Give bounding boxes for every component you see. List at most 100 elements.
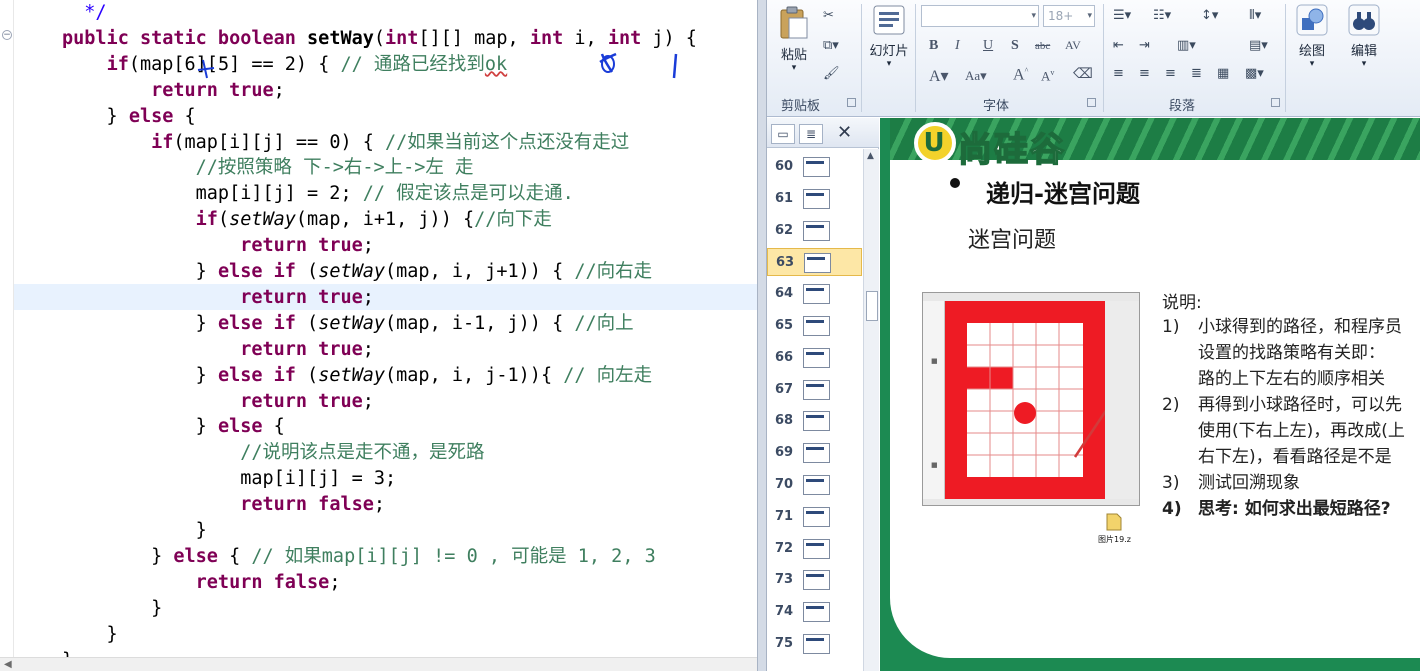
smartart-icon[interactable]: ▩▾ <box>1245 66 1264 81</box>
code-line[interactable]: return false; <box>62 492 385 518</box>
slide-canvas[interactable]: U 尚硅谷 递归-迷宫问题 迷宫问题 ■ ■ 说明: 1) 小球得到的路径，和程… <box>880 118 1420 671</box>
pen-mark-circle <box>601 55 615 73</box>
code-line[interactable]: return true; <box>62 78 285 104</box>
code-line[interactable]: map[i][j] = 2; // 假定该点是可以走通. <box>62 181 574 207</box>
new-slide-button[interactable]: 幻灯片 ▾ <box>867 4 911 69</box>
grow-font-icon[interactable]: A^ <box>1013 66 1028 84</box>
slide-thumbnail[interactable]: 67 <box>767 376 862 404</box>
scroll-left-icon[interactable]: ◀ <box>4 659 12 670</box>
code-line[interactable]: map[i][j] = 3; <box>62 466 396 492</box>
code-editor[interactable]: − */public static boolean setWay(int[][]… <box>0 0 757 671</box>
align-left-icon[interactable]: ≡ <box>1113 66 1124 81</box>
bullets-icon[interactable]: ☰▾ <box>1113 8 1131 23</box>
underline-button[interactable]: U <box>983 38 993 54</box>
code-line[interactable]: */ <box>62 0 106 26</box>
maze-image[interactable]: ■ ■ <box>922 292 1140 506</box>
outline-tab-icon[interactable]: ≣ <box>799 124 823 144</box>
line-spacing-icon[interactable]: ↕▾ <box>1201 8 1218 23</box>
clipboard-launcher-icon[interactable] <box>847 98 856 107</box>
slide-thumbnail[interactable]: 71 <box>767 503 862 531</box>
align-right-icon[interactable]: ≡ <box>1165 66 1176 81</box>
scroll-up-icon[interactable]: ▲ <box>867 151 874 161</box>
italic-button[interactable]: I <box>955 38 960 54</box>
code-line[interactable]: public static boolean setWay(int[][] map… <box>62 26 697 52</box>
char-spacing-button[interactable]: AV <box>1065 38 1081 53</box>
shadow-button[interactable]: S <box>1011 38 1019 54</box>
slide-thumbnail[interactable]: 62 <box>767 217 862 245</box>
code-line[interactable]: } else { <box>62 414 285 440</box>
numbering-icon[interactable]: ☷▾ <box>1153 8 1171 23</box>
cut-icon[interactable]: ✂ <box>823 8 834 23</box>
close-icon[interactable]: ✕ <box>837 122 852 143</box>
note-text: 小球得到的路径，和程序员 <box>1198 317 1402 337</box>
increase-indent-icon[interactable]: ⇥ <box>1139 38 1150 53</box>
code-line[interactable]: return true; <box>62 337 374 363</box>
strikethrough-button[interactable]: abc <box>1035 40 1050 52</box>
align-text-icon[interactable]: ▤▾ <box>1249 38 1268 53</box>
fold-icon[interactable]: − <box>2 30 12 40</box>
code-line[interactable]: if(map[i][j] == 0) { //如果当前这个点还没有走过 <box>62 130 629 156</box>
code-line[interactable]: } <box>62 596 162 622</box>
columns-icon[interactable]: ▥▾ <box>1177 38 1196 53</box>
scroll-thumb[interactable] <box>866 291 878 321</box>
slide-thumbnail[interactable]: 65 <box>767 312 862 340</box>
distribute-icon[interactable]: ▦ <box>1217 66 1229 81</box>
slide-thumbnail[interactable]: 70 <box>767 471 862 499</box>
slide-thumbnail[interactable]: 68 <box>767 407 862 435</box>
slide-thumbnail[interactable]: 66 <box>767 344 862 372</box>
file-icon[interactable] <box>1104 512 1124 532</box>
drawing-button[interactable]: 绘图 ▾ <box>1291 4 1333 69</box>
code-line[interactable]: } <box>62 518 207 544</box>
align-center-icon[interactable]: ≡ <box>1139 66 1150 81</box>
code-line[interactable]: return true; <box>62 389 374 415</box>
text-direction-icon[interactable]: ⦀▾ <box>1249 8 1261 23</box>
code-line[interactable]: } else { // 如果map[i][j] != 0 , 可能是 1, 2,… <box>62 544 656 570</box>
font-launcher-icon[interactable] <box>1087 98 1096 107</box>
format-painter-icon[interactable]: 🖌 <box>823 66 840 81</box>
code-line[interactable]: } else { <box>62 104 196 130</box>
code-line[interactable]: //说明该点是走不通，是死路 <box>62 440 484 466</box>
code-line[interactable]: return false; <box>62 570 341 596</box>
paragraph-launcher-icon[interactable] <box>1271 98 1280 107</box>
slide-title[interactable]: 递归-迷宫问题 <box>986 174 1140 209</box>
shrink-font-icon[interactable]: Av <box>1041 68 1054 84</box>
slide-thumbnail[interactable]: 74 <box>767 598 862 626</box>
code-line[interactable]: } else if (setWay(map, i-1, j)) { //向上 <box>62 311 634 337</box>
slides-tab-icon[interactable]: ▭ <box>771 124 795 144</box>
code-line[interactable]: return true; <box>62 285 374 311</box>
slide-subtitle[interactable]: 迷宫问题 <box>968 222 1056 254</box>
slide-thumbnail[interactable]: 63 <box>767 248 862 277</box>
code-line[interactable]: return true; <box>62 233 374 259</box>
copy-icon[interactable]: ⧉▾ <box>823 38 839 53</box>
code-line[interactable]: } else if (setWay(map, i, j-1)){ // 向左走 <box>62 363 653 389</box>
justify-icon[interactable]: ≣ <box>1191 66 1202 81</box>
horizontal-scrollbar[interactable]: ◀ <box>0 657 757 671</box>
bold-button[interactable]: B <box>929 38 938 54</box>
code-line[interactable]: if(map[6][5] == 2) { // 通路已经找到ok <box>62 52 508 78</box>
decrease-indent-icon[interactable]: ⇤ <box>1113 38 1124 53</box>
code-line[interactable]: } <box>62 622 118 648</box>
slide-thumbnail[interactable]: 72 <box>767 535 862 563</box>
editing-button[interactable]: 编辑 ▾ <box>1343 4 1385 69</box>
code-line[interactable]: } else if (setWay(map, i, j+1)) { //向右走 <box>62 259 653 285</box>
slide-thumbnail[interactable]: 61 <box>767 185 862 213</box>
slide-thumbnail[interactable]: 69 <box>767 439 862 467</box>
slide-thumbnail[interactable]: 64 <box>767 280 862 308</box>
code-line[interactable]: //按照策略 下->右->上->左 走 <box>62 155 474 181</box>
font-name-combo[interactable]: ▾ <box>921 5 1039 27</box>
slide-thumbnail[interactable]: 60 <box>767 153 862 181</box>
paste-button[interactable]: 粘贴 ▾ <box>777 6 811 73</box>
split-divider[interactable] <box>757 0 767 671</box>
text-effect-icon[interactable]: A▾ <box>929 66 949 86</box>
slide[interactable]: U 尚硅谷 递归-迷宫问题 迷宫问题 ■ ■ 说明: 1) 小球得到的路径，和程… <box>880 118 1420 671</box>
code-token: } <box>62 312 218 334</box>
font-size-combo[interactable]: 18+ ▾ <box>1043 5 1095 27</box>
clear-format-icon[interactable]: ⌫ <box>1073 66 1093 83</box>
slide-thumbnail[interactable]: 73 <box>767 566 862 594</box>
change-case-icon[interactable]: Aa▾ <box>965 68 987 84</box>
editor-gutter: − <box>0 0 14 671</box>
code-line[interactable]: if(setWay(map, i+1, j)) {//向下走 <box>62 207 552 233</box>
thumbnail-scrollbar[interactable]: ▲ <box>863 149 879 671</box>
code-token: return true <box>240 390 363 412</box>
slide-thumbnail[interactable]: 75 <box>767 630 862 658</box>
